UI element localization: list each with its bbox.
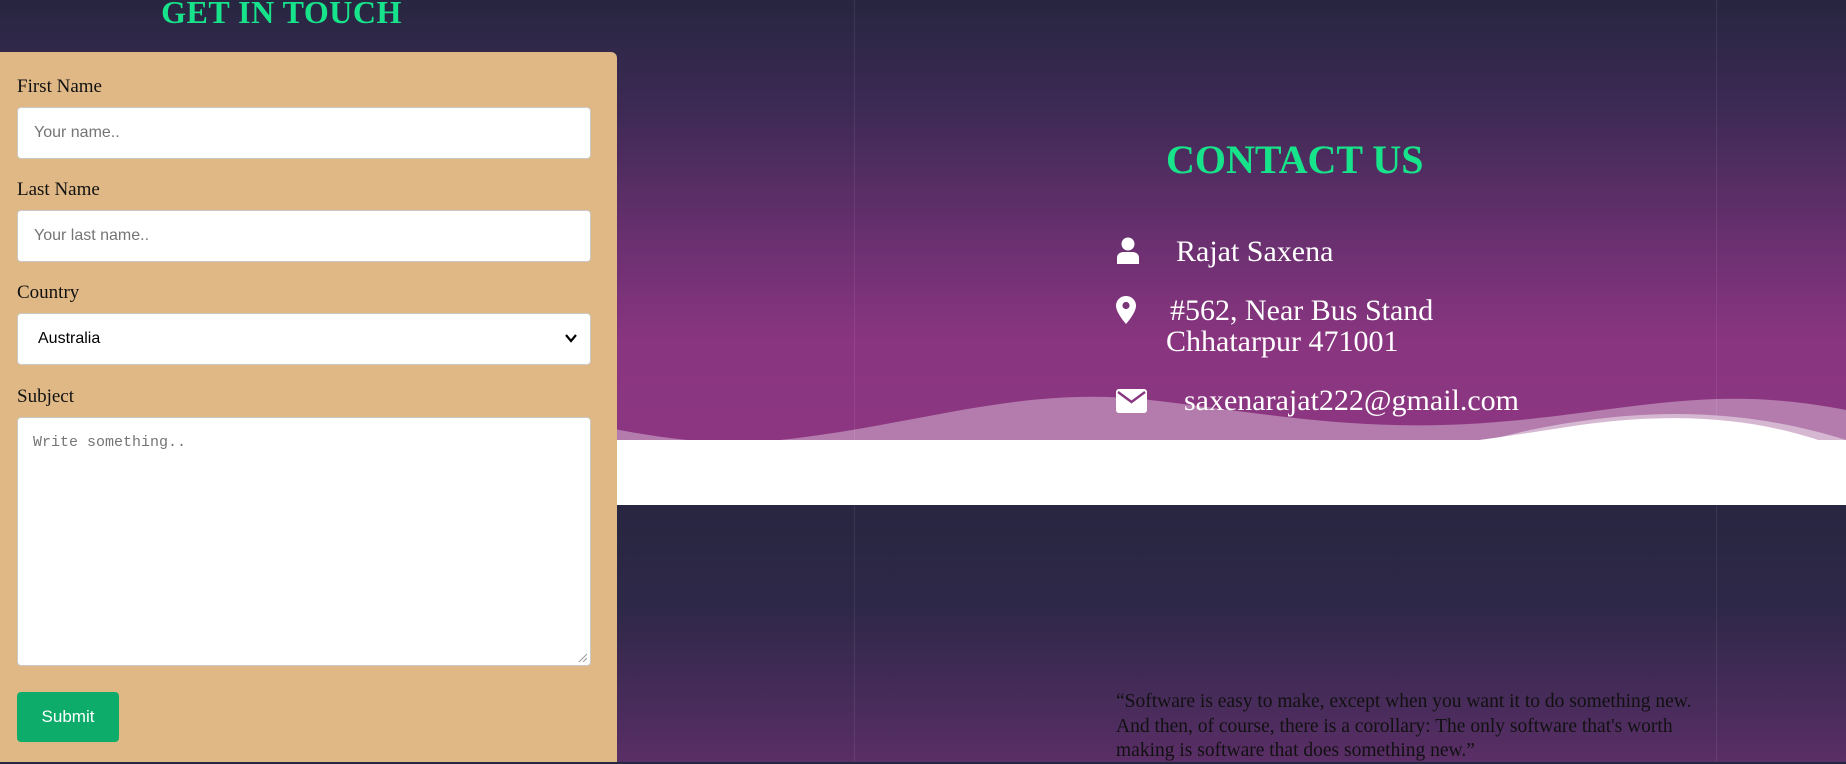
country-label: Country: [17, 282, 80, 303]
user-icon: [1117, 237, 1139, 264]
first-name-input[interactable]: Your name..: [17, 107, 591, 159]
contact-address-line2: Chhatarpur 471001: [1166, 325, 1399, 358]
last-name-label: Last Name: [17, 179, 100, 200]
subject-label: Subject: [17, 386, 74, 407]
map-marker-icon: [1116, 296, 1136, 324]
contact-form: First Name Your name.. Last Name Your la…: [0, 52, 617, 762]
contact-email[interactable]: saxenarajat222@gmail.com: [1184, 385, 1519, 417]
submit-button[interactable]: Submit: [17, 692, 119, 742]
envelope-icon: [1116, 389, 1147, 413]
quote-text: “Software is easy to make, except when y…: [1116, 691, 1692, 761]
chevron-down-icon: [564, 314, 578, 384]
contact-address-line1: #562, Near Bus Stand: [1170, 294, 1434, 327]
subject-textarea[interactable]: Write something..: [17, 417, 591, 666]
contact-us-title: CONTACT US: [1166, 137, 1424, 182]
country-select[interactable]: Australia: [17, 313, 591, 365]
resize-handle-icon[interactable]: [577, 652, 587, 662]
last-name-input[interactable]: Your last name..: [17, 210, 591, 262]
country-selected-value: Australia: [38, 330, 101, 347]
subject-placeholder: Write something..: [33, 434, 187, 451]
contact-name: Rajat Saxena: [1176, 235, 1334, 268]
first-name-label: First Name: [17, 76, 102, 97]
get-in-touch-title: GET IN TOUCH: [161, 0, 402, 30]
